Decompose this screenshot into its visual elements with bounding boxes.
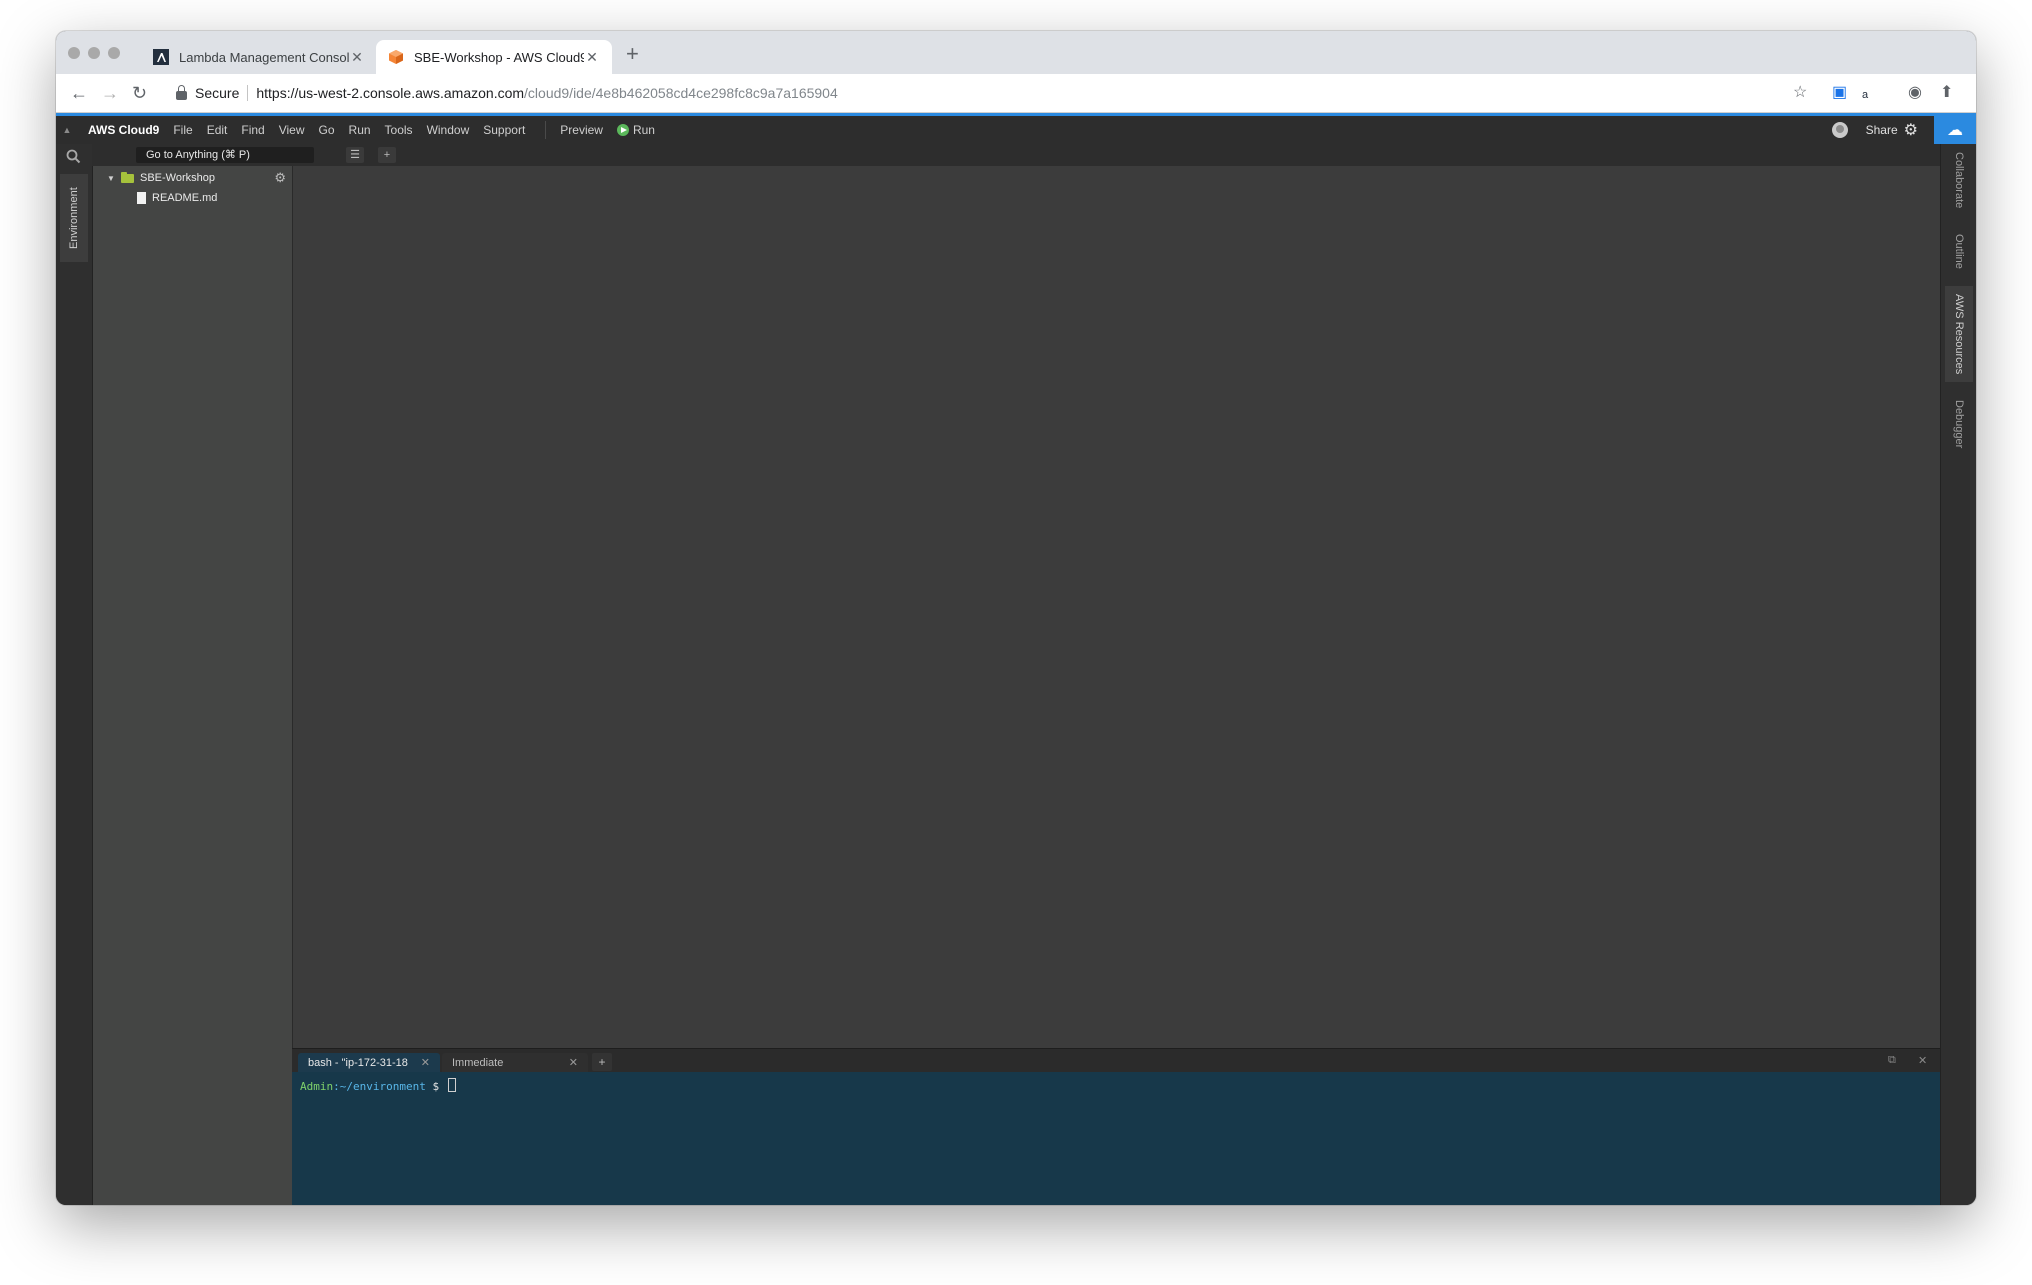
browser-window: Lambda Management Console ✕ SBE-Workshop…	[56, 31, 1976, 1205]
cloud9-cube-icon	[389, 50, 403, 64]
menu-view[interactable]: View	[279, 123, 305, 137]
ide-brand[interactable]: AWS Cloud9	[88, 123, 159, 137]
file-icon	[137, 192, 146, 204]
goto-anything-input[interactable]: Go to Anything (⌘ P)	[136, 147, 314, 163]
forward-arrow-icon[interactable]: →	[101, 83, 119, 103]
play-icon	[616, 124, 629, 136]
reload-icon[interactable]: ↻	[132, 83, 147, 103]
menu-edit[interactable]: Edit	[207, 123, 228, 137]
terminal-tab-bar: bash - "ip-172-31-18 ✕ Immediate ✕ + ⧉ ✕	[292, 1048, 1940, 1073]
left-panel-bar: Environment	[56, 144, 93, 1205]
tab-list-icon[interactable]: ☰	[346, 147, 364, 163]
cloud9-logo-icon[interactable]: ☁	[1934, 116, 1976, 144]
tab-immediate[interactable]: Immediate ✕	[442, 1053, 588, 1073]
maximize-panel-icon[interactable]: ⧉	[1888, 1054, 1896, 1067]
preview-button[interactable]: Preview	[560, 123, 603, 137]
back-arrow-icon[interactable]: ←	[70, 83, 88, 103]
bookmark-star-icon[interactable]: ☆	[1793, 83, 1807, 103]
tab-lambda-console[interactable]: Lambda Management Console ✕	[141, 40, 377, 74]
menu-run[interactable]: Run	[349, 123, 371, 137]
tab-title: Lambda Management Console	[179, 49, 349, 65]
update-icon[interactable]: ⬆	[1940, 83, 1953, 103]
ide-menu-bar: ▲ AWS Cloud9 File Edit Find View Go Run …	[56, 116, 1976, 144]
close-icon[interactable]: ✕	[421, 1053, 430, 1073]
file-label: README.md	[152, 192, 218, 204]
new-editor-tab-icon[interactable]: +	[378, 147, 396, 163]
avatar[interactable]	[1831, 122, 1848, 138]
new-tab-icon[interactable]: +	[626, 43, 639, 65]
lambda-icon	[153, 49, 169, 65]
tree-file-readme[interactable]: README.md	[137, 192, 217, 204]
run-label: Run	[632, 123, 655, 137]
lock-icon	[176, 84, 187, 100]
extension-icon[interactable]: ▣	[1832, 83, 1847, 103]
secure-label: Secure	[195, 85, 240, 101]
close-panel-icon[interactable]: ✕	[1918, 1054, 1927, 1067]
menu-support[interactable]: Support	[483, 123, 525, 137]
tab-aws-resources[interactable]: AWS Resources	[1945, 286, 1973, 382]
share-button[interactable]: Share	[1866, 123, 1898, 137]
address-bar[interactable]: Secure https://us-west-2.console.aws.ama…	[168, 79, 1868, 107]
tree-folder-root[interactable]: ▼ SBE-Workshop	[107, 171, 215, 184]
terminal-prompt: Admin:~/environment $	[300, 1078, 456, 1093]
close-window-button[interactable]	[68, 47, 80, 59]
terminal-tab-label: Immediate	[452, 1057, 504, 1069]
tab-debugger[interactable]: Debugger	[1945, 394, 1973, 454]
menu-go[interactable]: Go	[319, 123, 335, 137]
tab-collaborate[interactable]: Collaborate	[1945, 150, 1973, 210]
browser-toolbar: ← → ↻ Secure https://us-west-2.console.a…	[56, 74, 1976, 113]
close-tab-icon[interactable]: ✕	[584, 49, 600, 66]
terminal[interactable]: Admin:~/environment $	[292, 1072, 1940, 1205]
tab-title: SBE-Workshop - AWS Cloud9	[414, 49, 584, 65]
close-tab-icon[interactable]: ✕	[349, 49, 365, 66]
tab-cloud9-ide[interactable]: SBE-Workshop - AWS Cloud9 ✕	[376, 40, 612, 74]
collapse-menu-icon[interactable]: ▲	[56, 125, 78, 135]
goto-row: Go to Anything (⌘ P) ☰ +	[92, 144, 1976, 166]
new-terminal-tab-icon[interactable]: +	[592, 1053, 612, 1071]
folder-icon	[121, 171, 134, 183]
tab-environment[interactable]: Environment	[60, 174, 88, 262]
url-path: /cloud9/ide/4e8b462058cd4ce298fc8c9a7a16…	[524, 85, 838, 101]
profile-icon[interactable]: ◉	[1908, 83, 1922, 103]
run-button[interactable]: Run	[616, 123, 655, 137]
right-panel-bar: Collaborate Outline AWS Resources Debugg…	[1940, 144, 1976, 1205]
close-icon[interactable]: ✕	[569, 1053, 578, 1073]
prompt-user: Admin	[300, 1080, 334, 1093]
folder-label: SBE-Workshop	[140, 172, 215, 184]
menu-tools[interactable]: Tools	[385, 123, 413, 137]
tree-settings-gear-icon[interactable]: ⚙	[274, 170, 286, 186]
tab-bash-terminal[interactable]: bash - "ip-172-31-18 ✕	[298, 1053, 440, 1073]
file-tree: ⚙ ▼ SBE-Workshop README.md	[93, 166, 292, 1205]
terminal-tab-label: bash - "ip-172-31-18	[308, 1057, 408, 1069]
prompt-path: :~/environment	[333, 1080, 426, 1093]
terminal-cursor	[447, 1078, 456, 1092]
menu-find[interactable]: Find	[241, 123, 264, 137]
expand-triangle-icon[interactable]: ▼	[107, 174, 117, 183]
menu-window[interactable]: Window	[427, 123, 470, 137]
menu-file[interactable]: File	[173, 123, 192, 137]
prompt-symbol: $	[425, 1080, 446, 1093]
editor-area[interactable]	[292, 166, 1941, 1048]
minimize-window-button[interactable]	[88, 47, 100, 59]
gear-icon[interactable]: ⚙	[1904, 120, 1918, 140]
search-icon[interactable]	[66, 149, 81, 164]
tab-outline[interactable]: Outline	[1945, 228, 1973, 274]
browser-tab-strip: Lambda Management Console ✕ SBE-Workshop…	[56, 31, 1976, 74]
amazon-extension-icon[interactable]: a	[1862, 85, 1868, 105]
url-host: https://us-west-2.console.aws.amazon.com	[256, 85, 525, 101]
maximize-window-button[interactable]	[108, 47, 120, 59]
